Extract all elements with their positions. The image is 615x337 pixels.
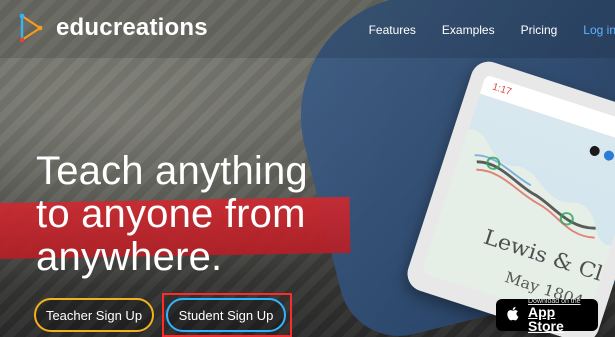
app-store-badge[interactable]: Download on the App Store [496,298,598,333]
tablet-time: 1:17 [490,81,513,98]
app-store-text: Download on the App Store [528,298,590,333]
educreations-logo-icon [14,12,46,44]
nav-link-features[interactable]: Features [369,23,416,37]
brand-name: educreations [56,14,208,41]
headline-line-2: to anyone from [36,192,306,236]
headline-line-3: anywhere. [36,235,223,279]
app-store-big-text: App Store [528,303,564,334]
nav-link-pricing[interactable]: Pricing [521,23,558,37]
apple-icon [504,304,522,327]
nav-link-login[interactable]: Log in [583,23,615,37]
top-navigation-bar: educreations Features Examples Pricing L… [0,0,615,58]
student-sign-up-button[interactable]: Student Sign Up [166,298,286,332]
brand-logo[interactable]: educreations [14,12,208,44]
nav-link-examples[interactable]: Examples [442,23,495,37]
top-nav: Features Examples Pricing Log in [369,23,615,37]
app-store-small-text: Download on the [528,297,581,305]
hero-headline: Teach anything to anyone from anywhere. [36,150,346,279]
headline-line-1: Teach anything [36,149,308,193]
hero-background: educreations Features Examples Pricing L… [0,0,615,337]
teacher-sign-up-button[interactable]: Teacher Sign Up [34,298,154,332]
